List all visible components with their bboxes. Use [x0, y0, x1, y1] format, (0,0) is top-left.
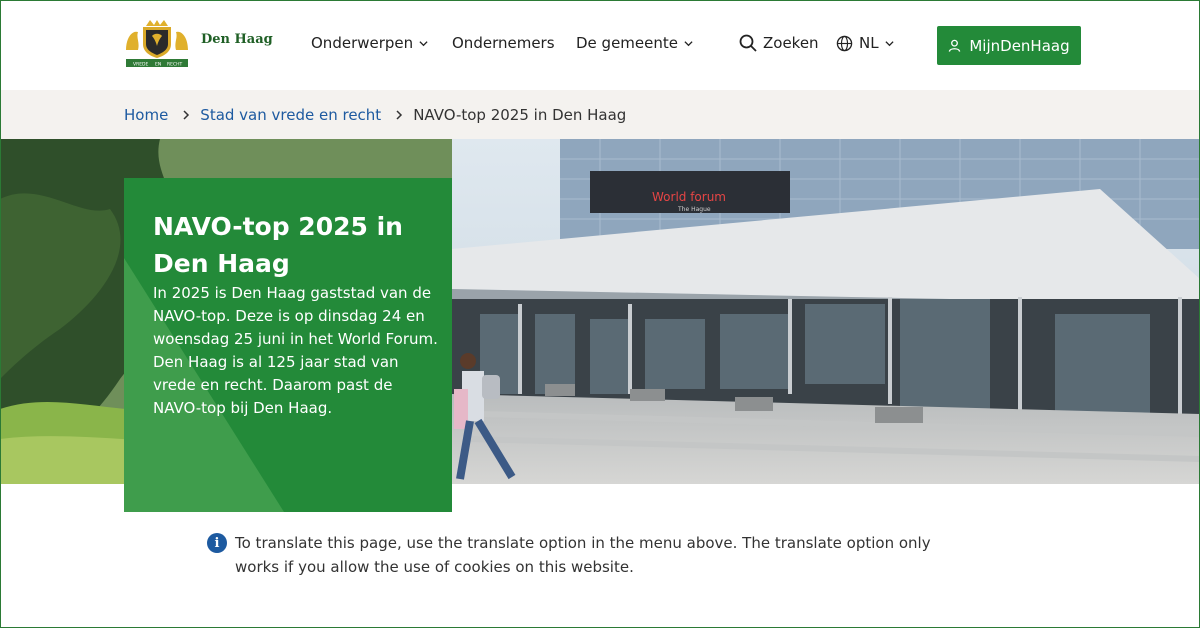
building-sign-sub: The Hague [677, 206, 711, 213]
translate-notice-text: To translate this page, use the translat… [235, 534, 931, 576]
nav-de-gemeente[interactable]: De gemeente [576, 34, 693, 52]
nav-gemeente-label: De gemeente [576, 34, 678, 52]
mijndenhaag-label: MijnDenHaag [969, 36, 1070, 55]
logo-motto-mid: EN [155, 62, 161, 68]
den-haag-logo[interactable]: VREDE EN RECHT [124, 20, 190, 68]
breadcrumb-stad-van-vrede[interactable]: Stad van vrede en recht [200, 106, 381, 124]
language-selector[interactable]: NL [836, 34, 894, 52]
logo-motto-left: VREDE [133, 62, 149, 68]
nav-onderwerpen[interactable]: Onderwerpen [311, 34, 428, 52]
site-header: VREDE EN RECHT Den Haag Onderwerpen Onde… [0, 0, 1200, 90]
search-icon [739, 34, 757, 52]
chevron-right-icon [396, 110, 403, 120]
hero-intro: In 2025 is Den Haag gaststad van de NAVO… [153, 284, 438, 417]
chevron-down-icon [419, 40, 428, 46]
chevron-down-icon [684, 40, 693, 46]
search-label: Zoeken [763, 34, 819, 52]
breadcrumb: Home Stad van vrede en recht NAVO-top 20… [124, 106, 626, 124]
search-button[interactable]: Zoeken [739, 34, 819, 52]
language-label: NL [859, 34, 879, 52]
logo-motto-right: RECHT [167, 62, 182, 68]
breadcrumb-current: NAVO-top 2025 in Den Haag [413, 106, 627, 124]
chevron-right-icon [183, 110, 190, 120]
building-sign: World forum [652, 190, 726, 204]
mijndenhaag-button[interactable]: MijnDenHaag [937, 26, 1081, 65]
translate-notice: i To translate this page, use the transl… [207, 531, 977, 579]
globe-icon [836, 35, 853, 51]
page-title: NAVO-top 2025 in Den Haag [153, 212, 403, 278]
chevron-down-icon [885, 40, 894, 46]
nav-ondernemers[interactable]: Ondernemers [452, 34, 555, 52]
hero-card: NAVO-top 2025 in Den Haag In 2025 is Den… [124, 178, 452, 512]
breadcrumb-home[interactable]: Home [124, 106, 168, 124]
logo-text[interactable]: Den Haag [201, 32, 273, 47]
nav-ondernemers-label: Ondernemers [452, 34, 555, 52]
user-icon [949, 39, 961, 52]
info-icon: i [207, 533, 227, 553]
nav-onderwerpen-label: Onderwerpen [311, 34, 414, 52]
